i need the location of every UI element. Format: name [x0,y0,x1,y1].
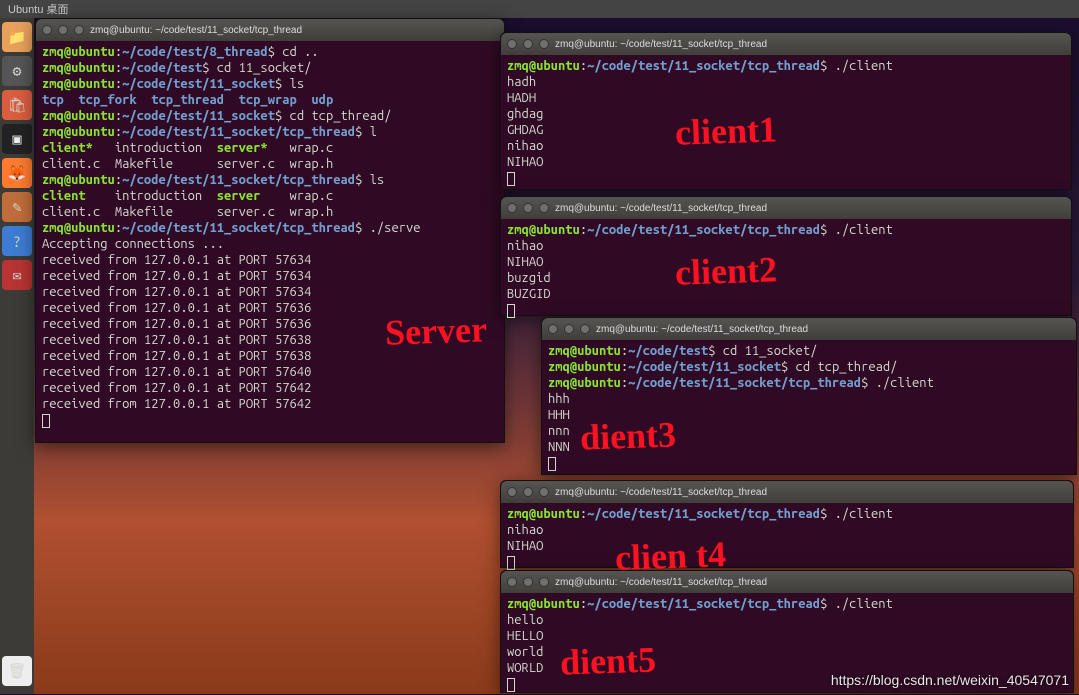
titlebar[interactable]: zmq@ubuntu: ~/code/test/11_socket/tcp_th… [501,33,1071,55]
window-title: zmq@ubuntu: ~/code/test/11_socket/tcp_th… [555,487,767,498]
terminal-body[interactable]: zmq@ubuntu:~/code/test/8_thread$ cd ..zm… [36,41,504,431]
window-max-icon[interactable] [539,39,549,49]
launcher-software-icon[interactable]: 🛍 [2,90,32,120]
terminal-client3[interactable]: zmq@ubuntu: ~/code/test/11_socket/tcp_th… [541,317,1077,475]
window-title: zmq@ubuntu: ~/code/test/11_socket/tcp_th… [596,324,808,335]
window-close-icon[interactable] [507,203,517,213]
launcher-trash-icon[interactable]: 🗑 [2,656,32,686]
launcher-dock: 📁 ⚙ 🛍 ▣ 🦊 ✎ ? ✉ 🗑 [0,18,34,694]
terminal-body[interactable]: zmq@ubuntu:~/code/test/11_socket/tcp_thr… [501,55,1071,189]
terminal-body[interactable]: zmq@ubuntu:~/code/test/11_socket/tcp_thr… [501,503,1073,573]
window-close-icon[interactable] [507,487,517,497]
window-min-icon[interactable] [58,25,68,35]
window-max-icon[interactable] [539,487,549,497]
window-min-icon[interactable] [523,577,533,587]
titlebar[interactable]: zmq@ubuntu: ~/code/test/11_socket/tcp_th… [542,318,1076,340]
terminal-client2[interactable]: zmq@ubuntu: ~/code/test/11_socket/tcp_th… [500,196,1072,316]
titlebar[interactable]: zmq@ubuntu: ~/code/test/11_socket/tcp_th… [501,197,1071,219]
terminal-client4[interactable]: zmq@ubuntu: ~/code/test/11_socket/tcp_th… [500,480,1074,568]
desktop-topbar: Ubuntu 桌面 [0,0,1079,18]
topbar-title: Ubuntu 桌面 [8,4,69,16]
window-min-icon[interactable] [523,203,533,213]
window-min-icon[interactable] [523,487,533,497]
launcher-mail-icon[interactable]: ✉ [2,260,32,290]
launcher-firefox-icon[interactable]: 🦊 [2,158,32,188]
window-max-icon[interactable] [539,577,549,587]
window-close-icon[interactable] [548,324,558,334]
titlebar[interactable]: zmq@ubuntu: ~/code/test/11_socket/tcp_th… [501,481,1073,503]
launcher-terminal-icon[interactable]: ▣ [2,124,32,154]
window-close-icon[interactable] [507,577,517,587]
titlebar[interactable]: zmq@ubuntu: ~/code/test/11_socket/tcp_th… [501,571,1073,593]
terminal-client1[interactable]: zmq@ubuntu: ~/code/test/11_socket/tcp_th… [500,32,1072,190]
window-max-icon[interactable] [580,324,590,334]
terminal-body[interactable]: zmq@ubuntu:~/code/test$ cd 11_socket/zmq… [542,340,1076,474]
window-title: zmq@ubuntu: ~/code/test/11_socket/tcp_th… [90,25,302,36]
window-min-icon[interactable] [564,324,574,334]
watermark: https://blog.csdn.net/weixin_40547071 [831,672,1069,688]
window-title: zmq@ubuntu: ~/code/test/11_socket/tcp_th… [555,203,767,214]
window-max-icon[interactable] [539,203,549,213]
launcher-help-icon[interactable]: ? [2,226,32,256]
window-max-icon[interactable] [74,25,84,35]
window-close-icon[interactable] [507,39,517,49]
window-title: zmq@ubuntu: ~/code/test/11_socket/tcp_th… [555,577,767,588]
launcher-settings-icon[interactable]: ⚙ [2,56,32,86]
window-close-icon[interactable] [42,25,52,35]
terminal-body[interactable]: zmq@ubuntu:~/code/test/11_socket/tcp_thr… [501,219,1071,321]
launcher-files-icon[interactable]: 📁 [2,22,32,52]
window-title: zmq@ubuntu: ~/code/test/11_socket/tcp_th… [555,39,767,50]
terminal-server[interactable]: zmq@ubuntu: ~/code/test/11_socket/tcp_th… [35,18,505,443]
window-min-icon[interactable] [523,39,533,49]
titlebar[interactable]: zmq@ubuntu: ~/code/test/11_socket/tcp_th… [36,19,504,41]
launcher-editor-icon[interactable]: ✎ [2,192,32,222]
